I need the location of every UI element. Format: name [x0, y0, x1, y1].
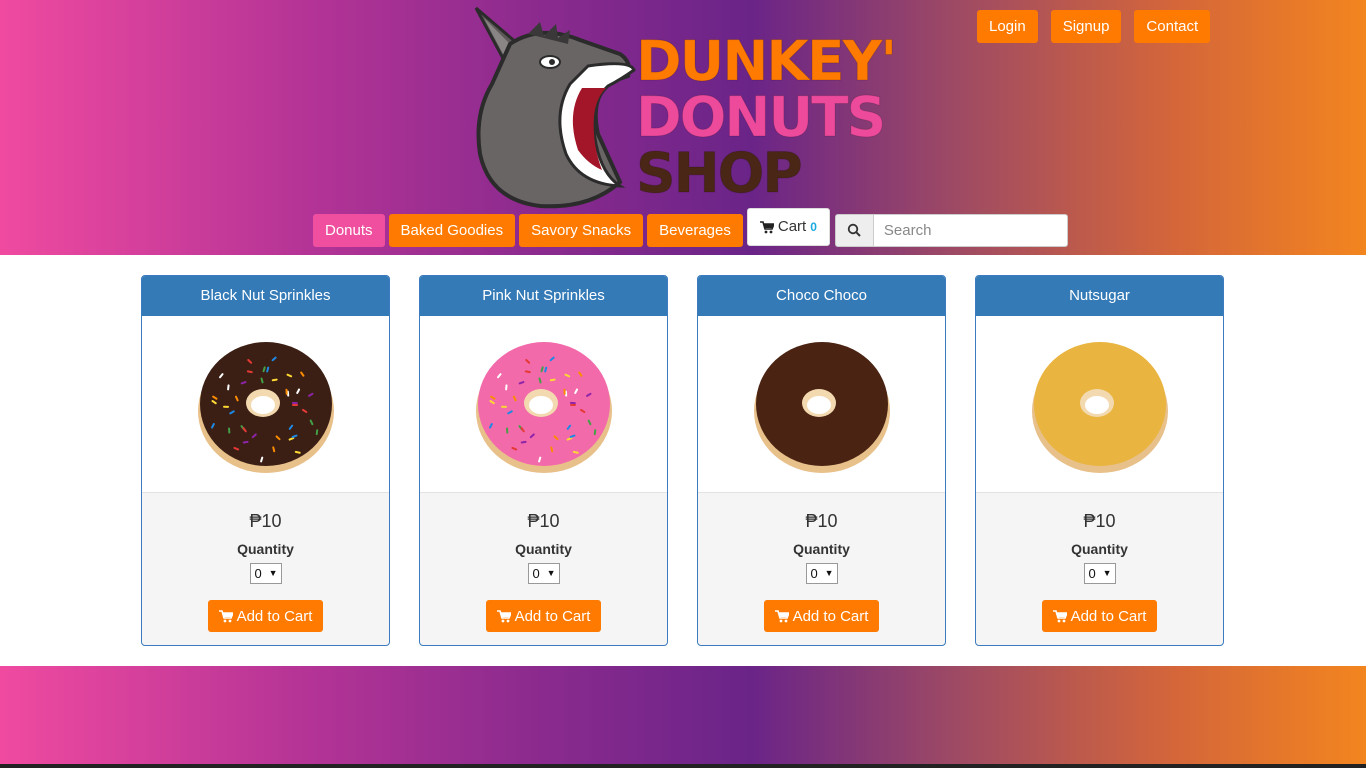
logo-text-line1: DUNKEY': [635, 29, 897, 93]
product-card: Black Nut Sprinkles ₱10 Quantity 0 ▼ Add …: [141, 275, 390, 646]
nav-savory-snacks[interactable]: Savory Snacks: [519, 213, 644, 247]
quantity-label: Quantity: [515, 541, 572, 557]
signup-button[interactable]: Signup: [1050, 10, 1122, 43]
cart-label: Cart: [777, 218, 807, 235]
product-grid: Black Nut Sprinkles ₱10 Quantity 0 ▼ Add …: [141, 275, 1224, 646]
dropdown-arrow-icon: ▼: [268, 568, 278, 578]
add-to-cart-button[interactable]: Add to Cart: [207, 600, 324, 632]
donut-icon: [1031, 342, 1168, 473]
product-price: ₱10: [527, 511, 560, 531]
site-header: DUNKEY' DONUTS SHOP Login Signup Contact…: [0, 0, 1366, 255]
quantity-label: Quantity: [1071, 541, 1128, 557]
cart-button[interactable]: Cart 0: [746, 208, 830, 246]
quantity-select[interactable]: 0 ▼: [1083, 563, 1116, 584]
add-to-cart-label: Add to Cart: [792, 607, 869, 625]
logo-text-line2: DONUTS: [635, 85, 886, 149]
product-image: [976, 316, 1223, 493]
donut-icon: [197, 342, 334, 473]
add-to-cart-button[interactable]: Add to Cart: [485, 600, 602, 632]
product-name: Choco Choco: [698, 276, 945, 316]
donkey-mascot-icon: [474, 6, 636, 209]
logo[interactable]: DUNKEY' DONUTS SHOP: [470, 4, 900, 210]
bottom-bar: [0, 764, 1366, 768]
quantity-select[interactable]: 0 ▼: [805, 563, 838, 584]
quantity-value: 0: [1088, 566, 1096, 581]
product-name: Black Nut Sprinkles: [142, 276, 389, 316]
nav-beverages[interactable]: Beverages: [647, 213, 743, 247]
add-to-cart-label: Add to Cart: [236, 607, 313, 625]
contact-button[interactable]: Contact: [1134, 10, 1211, 43]
donut-icon: [753, 342, 890, 473]
dropdown-arrow-icon: ▼: [824, 568, 834, 578]
product-image: [142, 316, 389, 493]
product-image: [698, 316, 945, 493]
cart-icon: [218, 609, 233, 622]
dropdown-arrow-icon: ▼: [546, 568, 556, 578]
cart-icon: [774, 609, 789, 622]
product-name: Pink Nut Sprinkles: [420, 276, 667, 316]
cart-icon: [1052, 609, 1067, 622]
search-icon[interactable]: [834, 213, 873, 247]
add-to-cart-button[interactable]: Add to Cart: [763, 600, 880, 632]
donut-icon: [475, 342, 612, 473]
dropdown-arrow-icon: ▼: [1102, 568, 1112, 578]
nav-donuts[interactable]: Donuts: [313, 213, 385, 247]
quantity-value: 0: [810, 566, 818, 581]
product-card: Pink Nut Sprinkles ₱10 Quantity 0 ▼ Add t…: [419, 275, 668, 646]
cart-icon: [759, 220, 774, 233]
add-to-cart-label: Add to Cart: [1070, 607, 1147, 625]
site-footer: [0, 666, 1366, 764]
product-image: [420, 316, 667, 493]
login-button[interactable]: Login: [977, 10, 1038, 43]
add-to-cart-button[interactable]: Add to Cart: [1041, 600, 1158, 632]
logo-text-line3: SHOP: [636, 141, 804, 205]
product-card: Nutsugar ₱10 Quantity 0 ▼ Add to Cart: [975, 275, 1224, 646]
cart-icon: [496, 609, 511, 622]
quantity-label: Quantity: [237, 541, 294, 557]
quantity-select[interactable]: 0 ▼: [249, 563, 282, 584]
category-nav: Donuts Baked Goodies Savory Snacks Bever…: [313, 208, 1068, 247]
search-group: [834, 213, 1068, 247]
product-price: ₱10: [1083, 511, 1116, 531]
nav-baked-goodies[interactable]: Baked Goodies: [388, 213, 516, 247]
search-input[interactable]: [872, 213, 1068, 247]
quantity-label: Quantity: [793, 541, 850, 557]
cart-count-badge: 0: [810, 220, 817, 234]
product-price: ₱10: [805, 511, 838, 531]
product-price: ₱10: [249, 511, 282, 531]
quantity-value: 0: [254, 566, 262, 581]
product-card: Choco Choco ₱10 Quantity 0 ▼ Add to Cart: [697, 275, 946, 646]
account-links: Login Signup Contact: [977, 10, 1211, 43]
quantity-select[interactable]: 0 ▼: [527, 563, 560, 584]
product-name: Nutsugar: [976, 276, 1223, 316]
add-to-cart-label: Add to Cart: [514, 607, 591, 625]
quantity-value: 0: [532, 566, 540, 581]
